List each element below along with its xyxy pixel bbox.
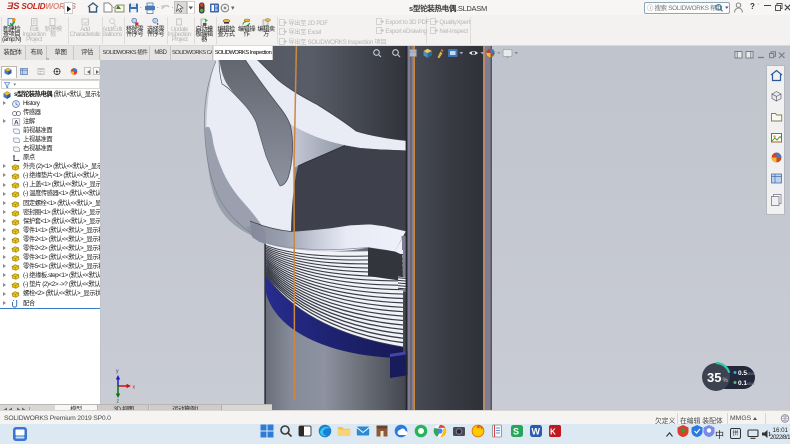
svg-text:35: 35 (707, 370, 721, 385)
svg-text:KB/s: KB/s (747, 371, 755, 376)
svg-text:S: S (513, 427, 519, 437)
svg-text:K: K (550, 428, 556, 437)
svg-text:·: · (112, 3, 115, 12)
svg-text:·: · (157, 3, 160, 12)
svg-text:·: · (140, 3, 143, 12)
svg-text:%: % (723, 378, 729, 384)
svg-text:KB/s: KB/s (747, 381, 755, 386)
svg-text:W: W (531, 427, 540, 437)
svg-text:·: · (171, 3, 174, 12)
